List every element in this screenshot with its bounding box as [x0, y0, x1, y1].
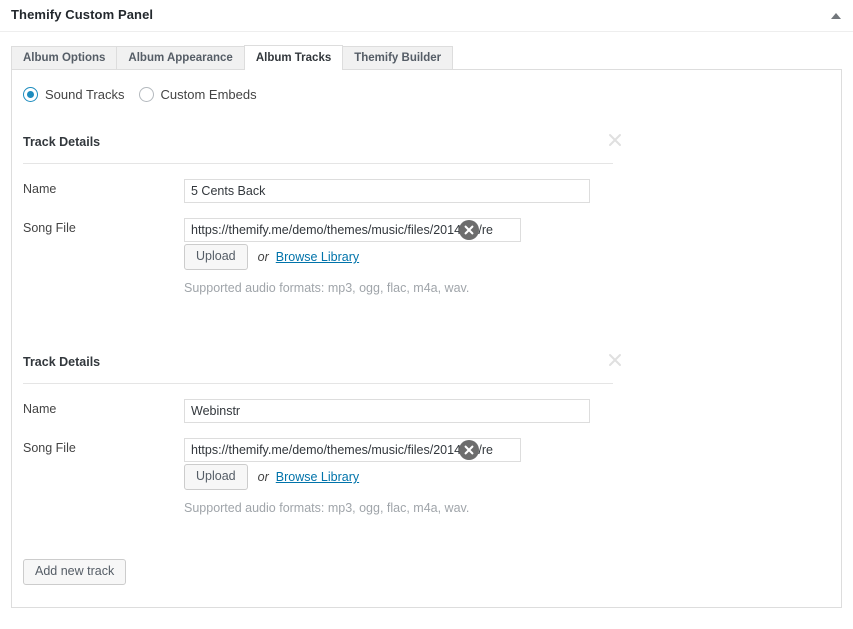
track-2-name-row: Name — [23, 399, 624, 423]
track-block-2: Track Details Name Song File — [23, 349, 624, 515]
tab-bar: Album Options Album Appearance Album Tra… — [0, 45, 853, 70]
tab-album-tracks[interactable]: Album Tracks — [243, 45, 344, 70]
track-1-song-file-row: Song File — [23, 218, 624, 242]
track-2-name-input[interactable] — [184, 399, 590, 423]
track-block-1: Track Details Name Song File — [23, 129, 624, 295]
track-2-upload-row: Upload or Browse Library — [184, 464, 359, 490]
tab-album-appearance[interactable]: Album Appearance — [116, 46, 245, 70]
radio-sound-tracks[interactable]: Sound Tracks — [23, 87, 125, 102]
browse-library-link[interactable]: Browse Library — [276, 250, 359, 264]
track-details-heading: Track Details — [23, 135, 101, 149]
close-x-icon[interactable] — [606, 351, 624, 369]
song-file-label: Song File — [23, 221, 76, 235]
radio-sound-tracks-label: Sound Tracks — [45, 87, 125, 102]
triangle-up-icon — [831, 13, 841, 19]
remove-circle-icon[interactable] — [459, 220, 479, 240]
panel-header: Themify Custom Panel — [0, 0, 853, 32]
album-tracks-panel: Sound Tracks Custom Embeds Track Details — [11, 69, 842, 608]
add-new-track-wrap: Add new track — [23, 559, 127, 585]
track-1-name-row: Name — [23, 179, 624, 203]
track-header-2: Track Details — [23, 349, 624, 384]
add-new-track-button[interactable]: Add new track — [23, 559, 127, 585]
radio-selected-icon[interactable] — [23, 87, 38, 102]
or-label: or — [257, 250, 269, 264]
themify-custom-panel: Themify Custom Panel Album Options Album… — [0, 0, 853, 629]
upload-button[interactable]: Upload — [184, 244, 248, 270]
tab-themify-builder[interactable]: Themify Builder — [342, 46, 454, 70]
or-label: or — [257, 470, 269, 484]
radio-unselected-icon[interactable] — [138, 87, 154, 102]
tab-album-options[interactable]: Album Options — [11, 46, 118, 70]
name-label: Name — [23, 402, 57, 416]
page-title: Themify Custom Panel — [11, 7, 154, 22]
browse-library-link[interactable]: Browse Library — [276, 470, 359, 484]
remove-circle-icon[interactable] — [459, 440, 479, 460]
track-2-supported-formats-text: Supported audio formats: mp3, ogg, flac,… — [184, 501, 470, 515]
upload-button[interactable]: Upload — [184, 464, 248, 490]
name-label: Name — [23, 182, 57, 196]
song-file-label: Song File — [23, 441, 76, 455]
close-x-icon[interactable] — [606, 131, 624, 149]
divider — [23, 163, 613, 164]
radio-custom-embeds[interactable]: Custom Embeds — [138, 87, 257, 102]
track-header-1: Track Details — [23, 129, 624, 164]
track-details-heading: Track Details — [23, 355, 101, 369]
source-mode-radio-group: Sound Tracks Custom Embeds — [23, 87, 271, 102]
track-2-song-file-row: Song File — [23, 438, 624, 462]
track-1-upload-row: Upload or Browse Library — [184, 244, 359, 270]
track-1-supported-formats-text: Supported audio formats: mp3, ogg, flac,… — [184, 281, 470, 295]
divider — [23, 383, 613, 384]
track-1-name-input[interactable] — [184, 179, 590, 203]
collapse-toggle-button[interactable] — [828, 8, 844, 24]
radio-custom-embeds-label: Custom Embeds — [160, 87, 257, 102]
